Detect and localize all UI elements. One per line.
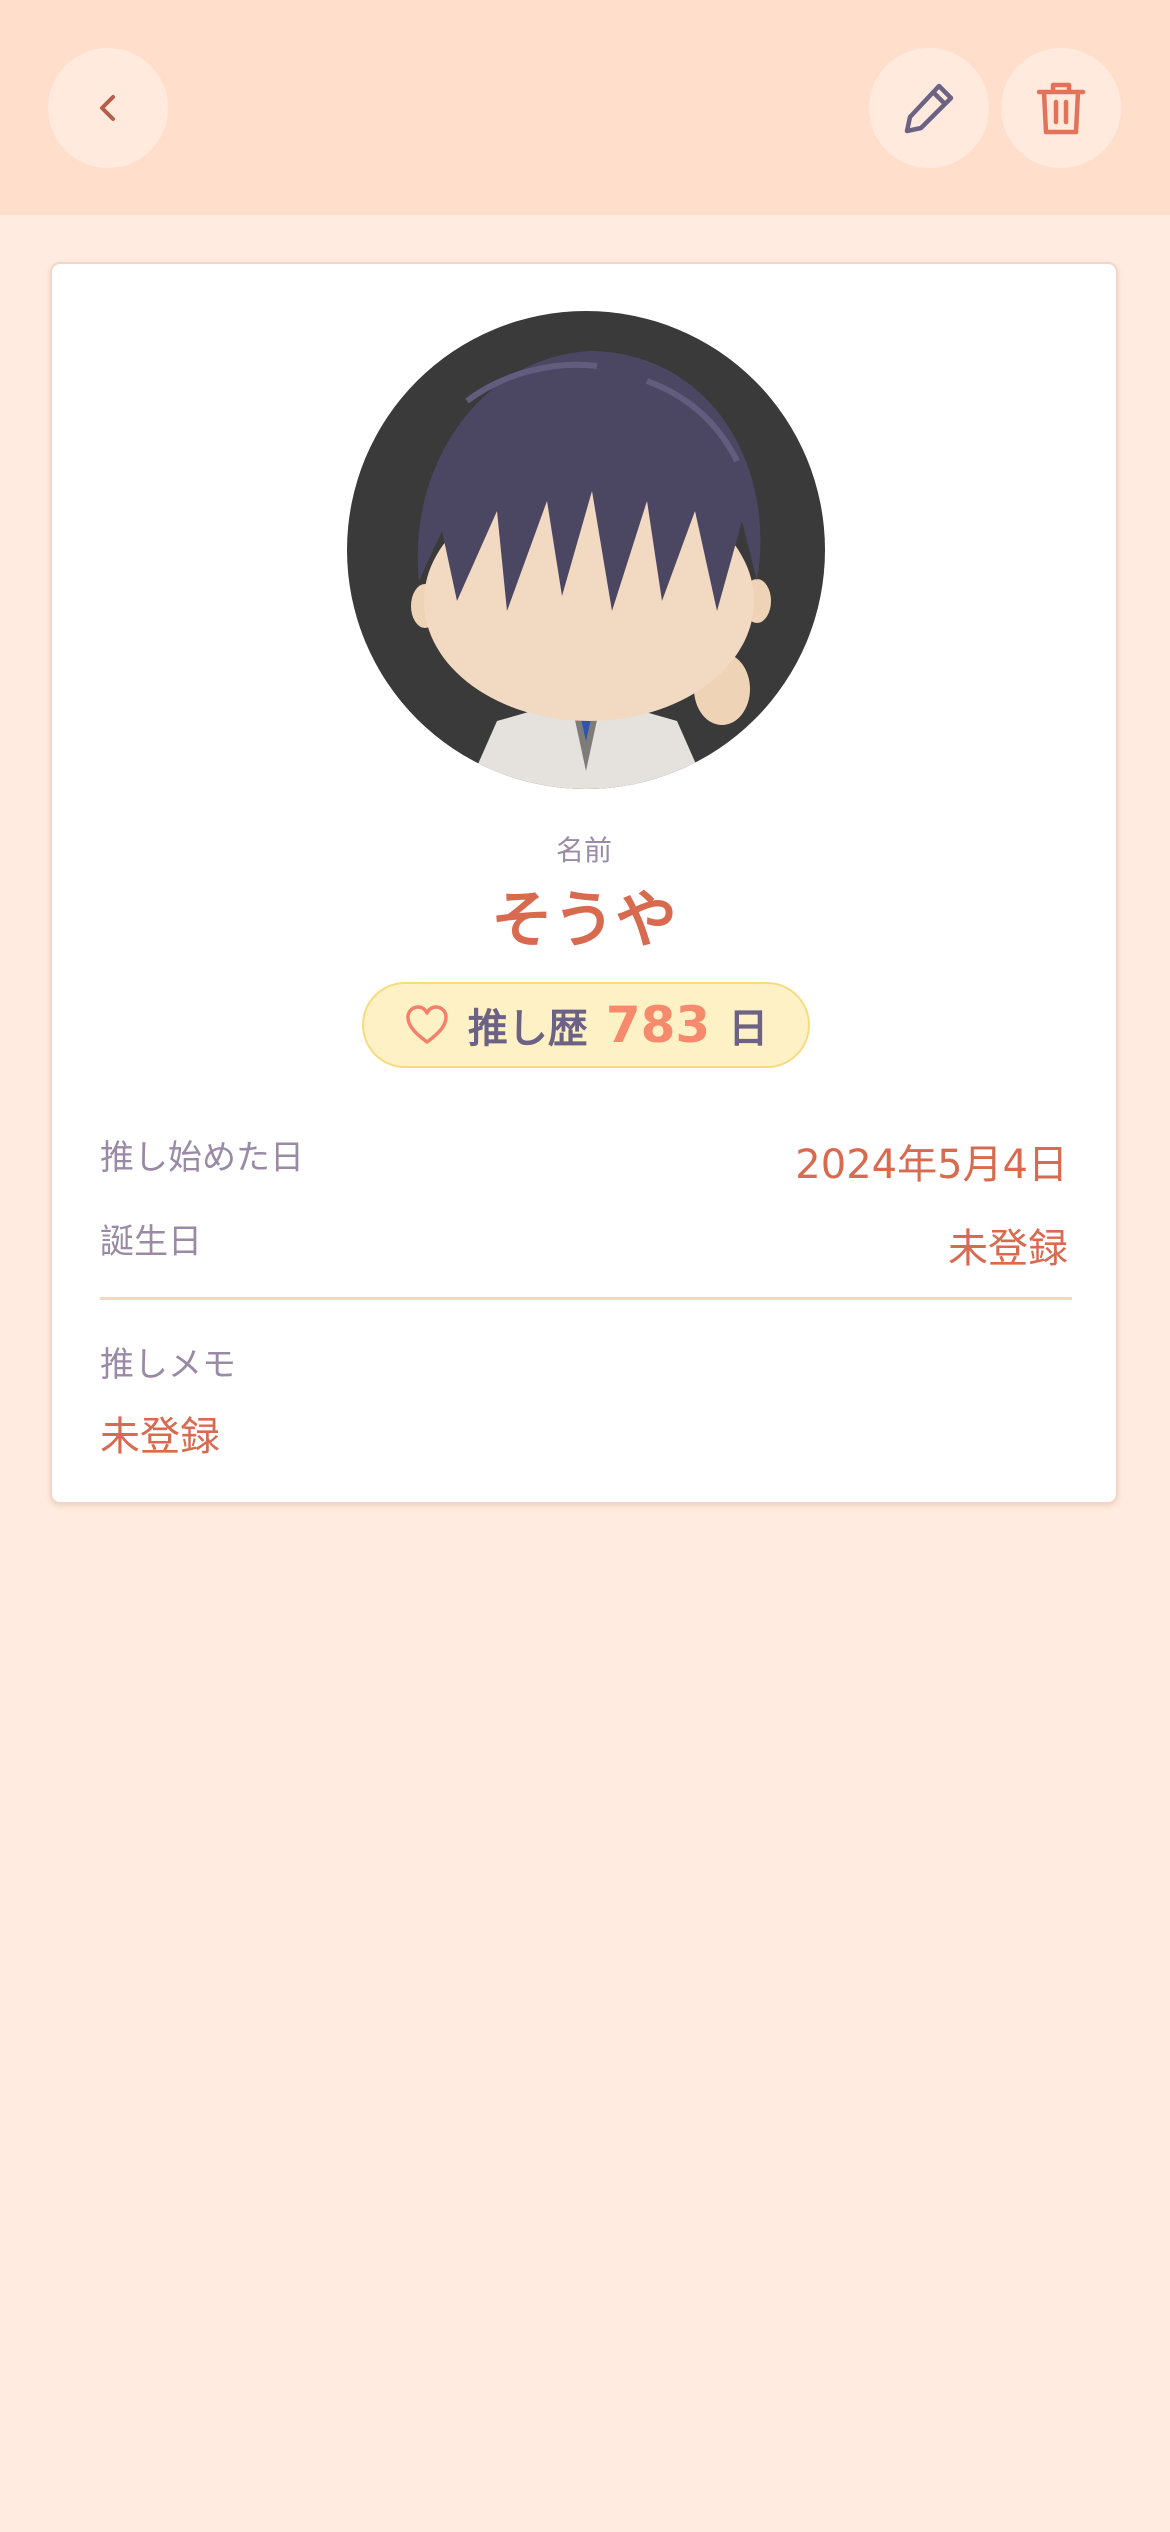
chevron-left-icon [100,95,115,121]
birthday-value: 未登録 [948,1226,1068,1272]
avatar-illustration [347,311,825,789]
start-date-label: 推し始めた日 [100,1138,304,1178]
trash-icon [1036,82,1086,135]
oshi-name: そうや [490,883,677,956]
memo-label: 推しメモ [100,1345,236,1385]
delete-button[interactable] [1001,48,1121,168]
back-button[interactable] [48,48,168,168]
memo-value: 未登録 [100,1414,220,1460]
profile-card: 名前 そうや 推し歴 783 日 推し始めた日 2024年5月4日 誕生日 未登… [50,262,1118,1504]
badge-days: 783 [605,996,711,1054]
badge-label: 推し歴 [467,1006,588,1052]
birthday-label: 誕生日 [100,1222,202,1262]
heart-icon [406,1005,448,1044]
app-header [0,0,1170,215]
oshi-duration-badge: 推し歴 783 日 [362,982,810,1068]
pencil-icon [904,83,954,134]
divider [100,1297,1072,1300]
edit-button[interactable] [869,48,989,168]
badge-unit: 日 [728,1006,769,1052]
avatar [347,311,825,789]
start-date-value: 2024年5月4日 [795,1142,1068,1188]
name-label: 名前 [555,834,612,867]
